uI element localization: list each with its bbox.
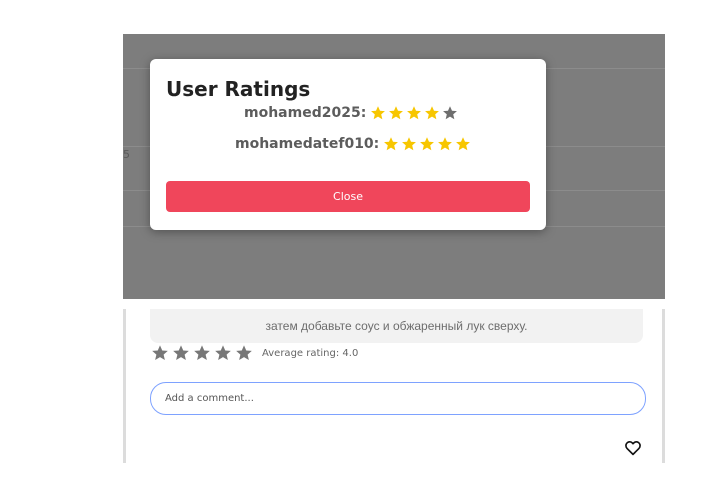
rating-username: mohamed2025: — [244, 105, 367, 121]
rate-star-1[interactable] — [151, 344, 169, 362]
heart-icon — [625, 441, 641, 456]
average-rating: Average rating: 4.0 — [262, 347, 359, 359]
star-filled-icon — [420, 137, 435, 151]
star-filled-icon — [371, 106, 386, 120]
rating-username: mohamedatef010: — [235, 136, 380, 152]
rate-star-3[interactable] — [193, 344, 211, 362]
rate-star-4[interactable] — [214, 344, 232, 362]
star-filled-icon — [384, 137, 399, 151]
star-rating — [383, 136, 471, 152]
recipe-card: затем добавьте соус и обжаренный лук све… — [123, 309, 665, 463]
comment-input[interactable] — [150, 382, 646, 415]
star-icon — [152, 345, 168, 361]
star-filled-icon — [389, 106, 404, 120]
rate-star-5[interactable] — [235, 344, 253, 362]
like-button[interactable] — [624, 439, 642, 457]
star-icon — [215, 345, 231, 361]
user-ratings-modal: User Ratings mohamed2025: mohamedatef010… — [150, 59, 546, 230]
recipe-instructions-text: затем добавьте соус и обжаренный лук све… — [150, 309, 643, 343]
star-filled-icon — [425, 106, 440, 120]
star-filled-icon — [438, 137, 453, 151]
star-icon — [173, 345, 189, 361]
star-icon — [194, 345, 210, 361]
rating-input: Average rating: 4.0 — [151, 344, 358, 362]
modal-title: User Ratings — [166, 77, 311, 101]
star-rating — [370, 105, 458, 121]
star-filled-icon — [456, 137, 471, 151]
rate-star-2[interactable] — [172, 344, 190, 362]
user-rating-row: mohamed2025: — [244, 105, 458, 121]
obscured-table-text: 5 — [123, 148, 130, 161]
star-filled-icon — [407, 106, 422, 120]
close-button[interactable]: Close — [166, 181, 530, 212]
star-filled-icon — [402, 137, 417, 151]
star-empty-icon — [443, 106, 458, 120]
user-rating-row: mohamedatef010: — [235, 136, 471, 152]
star-icon — [236, 345, 252, 361]
